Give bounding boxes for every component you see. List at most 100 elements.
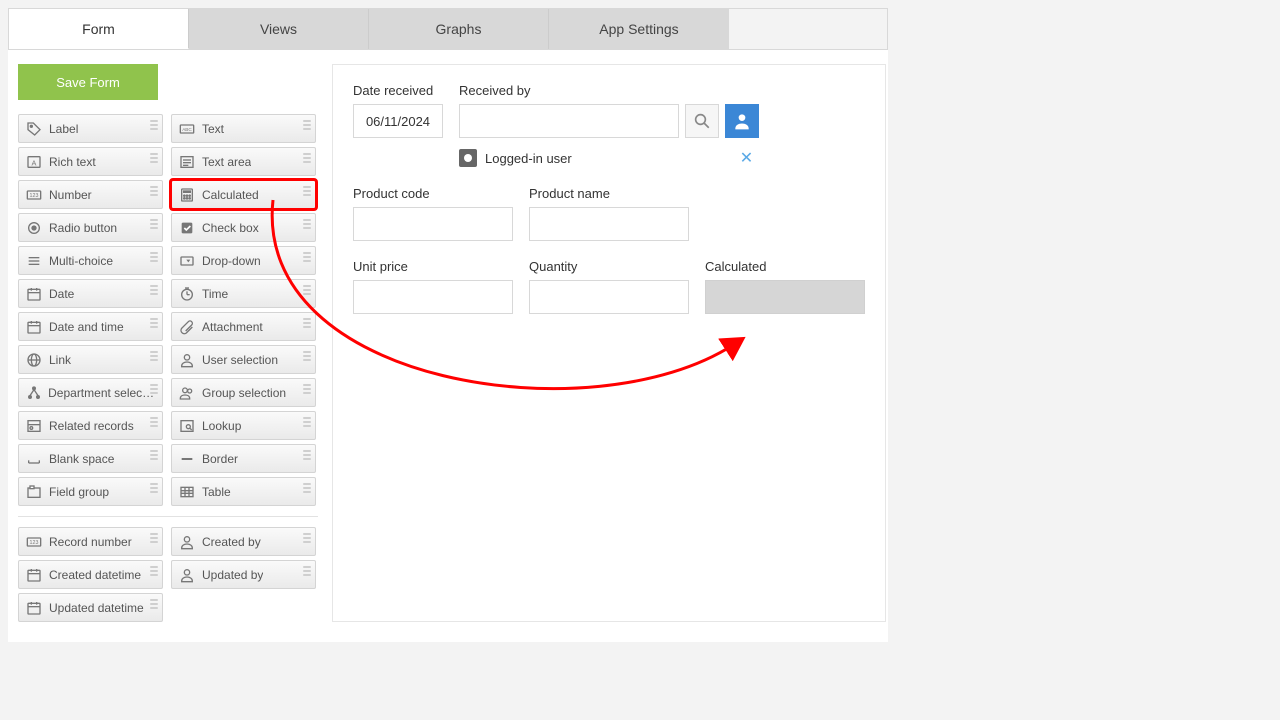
svg-text:A: A bbox=[32, 158, 37, 167]
drag-handle-icon bbox=[150, 318, 158, 328]
field-product-code[interactable] bbox=[353, 207, 513, 241]
drag-handle-icon bbox=[150, 351, 158, 361]
drop-icon bbox=[178, 252, 196, 270]
globe-icon bbox=[25, 351, 43, 369]
palette-item-label: Radio button bbox=[49, 221, 117, 235]
palette-updated-datetime[interactable]: Updated datetime bbox=[18, 593, 163, 622]
field-received-by[interactable] bbox=[459, 104, 679, 138]
palette-number[interactable]: 123Number bbox=[18, 180, 163, 209]
palette-item-label: Date and time bbox=[49, 320, 124, 334]
palette-item-label: Table bbox=[202, 485, 231, 499]
tab-views[interactable]: Views bbox=[189, 9, 369, 49]
check-icon bbox=[178, 219, 196, 237]
drag-handle-icon bbox=[150, 566, 158, 576]
tree-icon bbox=[25, 384, 42, 402]
palette-item-label: Attachment bbox=[202, 320, 263, 334]
field-product-name[interactable] bbox=[529, 207, 689, 241]
drag-handle-icon bbox=[303, 351, 311, 361]
cal-icon bbox=[25, 599, 43, 617]
tab-form[interactable]: Form bbox=[9, 9, 189, 49]
palette-radio-button[interactable]: Radio button bbox=[18, 213, 163, 242]
palette-table[interactable]: Table bbox=[171, 477, 316, 506]
drag-handle-icon bbox=[150, 599, 158, 609]
remove-logged-user-icon[interactable]: ✕ bbox=[740, 148, 753, 168]
lines-icon bbox=[178, 153, 196, 171]
drag-handle-icon bbox=[303, 483, 311, 493]
123-icon: 123 bbox=[25, 186, 43, 204]
palette-blank-space[interactable]: Blank space bbox=[18, 444, 163, 473]
palette-item-label: Created datetime bbox=[49, 568, 141, 582]
abc-icon: ABC bbox=[178, 120, 196, 138]
palette-item-label: Text area bbox=[202, 155, 251, 169]
palette-user-selection[interactable]: User selection bbox=[171, 345, 316, 374]
group-icon bbox=[25, 483, 43, 501]
cal-icon bbox=[25, 318, 43, 336]
palette-item-label: Check box bbox=[202, 221, 259, 235]
tab-app-settings[interactable]: App Settings bbox=[549, 9, 729, 49]
clock-icon bbox=[178, 285, 196, 303]
save-form-button[interactable]: Save Form bbox=[18, 64, 158, 100]
palette-field-group[interactable]: Field group bbox=[18, 477, 163, 506]
logged-user-icon bbox=[459, 149, 477, 167]
logged-user-label: Logged-in user bbox=[485, 151, 572, 166]
palette-attachment[interactable]: Attachment bbox=[171, 312, 316, 341]
palette-label[interactable]: Label bbox=[18, 114, 163, 143]
A-icon: A bbox=[25, 153, 43, 171]
list-icon bbox=[25, 252, 43, 270]
field-calculated[interactable] bbox=[705, 280, 865, 314]
palette-check-box[interactable]: Check box bbox=[171, 213, 316, 242]
palette-updated-by[interactable]: Updated by bbox=[171, 560, 316, 589]
border-icon bbox=[178, 450, 196, 468]
drag-handle-icon bbox=[303, 219, 311, 229]
palette-item-label: Record number bbox=[49, 535, 132, 549]
palette-rich-text[interactable]: ARich text bbox=[18, 147, 163, 176]
drag-handle-icon bbox=[303, 384, 311, 394]
palette-item-label: Border bbox=[202, 452, 238, 466]
tab-bar: Form Views Graphs App Settings bbox=[8, 8, 888, 49]
field-quantity[interactable] bbox=[529, 280, 689, 314]
palette-created-by[interactable]: Created by bbox=[171, 527, 316, 556]
palette-record-number[interactable]: 123Record number bbox=[18, 527, 163, 556]
palette-drop-down[interactable]: Drop-down bbox=[171, 246, 316, 275]
palette-item-label: Text bbox=[202, 122, 224, 136]
drag-handle-icon bbox=[303, 153, 311, 163]
palette-item-label: Time bbox=[202, 287, 228, 301]
palette-date-and-time[interactable]: Date and time bbox=[18, 312, 163, 341]
field-date-received[interactable]: 06/11/2024 bbox=[353, 104, 443, 138]
palette-date[interactable]: Date bbox=[18, 279, 163, 308]
palette-group-selection[interactable]: Group selection bbox=[171, 378, 316, 407]
palette-text[interactable]: ABC Text bbox=[171, 114, 316, 143]
drag-handle-icon bbox=[303, 186, 311, 196]
field-unit-price[interactable] bbox=[353, 280, 513, 314]
cal-icon bbox=[25, 285, 43, 303]
palette-item-label: Lookup bbox=[202, 419, 241, 433]
search-icon[interactable] bbox=[685, 104, 719, 138]
palette-created-datetime[interactable]: Created datetime bbox=[18, 560, 163, 589]
palette-item-label: Date bbox=[49, 287, 74, 301]
drag-handle-icon bbox=[150, 120, 158, 130]
rel-icon bbox=[25, 417, 43, 435]
form-canvas[interactable]: Date received 06/11/2024 Received by bbox=[332, 64, 886, 622]
palette-text-area[interactable]: Text area bbox=[171, 147, 316, 176]
label-date-received: Date received bbox=[353, 83, 443, 98]
calc-icon bbox=[178, 186, 196, 204]
label-calculated: Calculated bbox=[705, 259, 865, 274]
palette-link[interactable]: Link bbox=[18, 345, 163, 374]
palette-time[interactable]: Time bbox=[171, 279, 316, 308]
palette-item-label: Related records bbox=[49, 419, 134, 433]
divider bbox=[18, 516, 318, 517]
drag-handle-icon bbox=[150, 153, 158, 163]
palette-related-records[interactable]: Related records bbox=[18, 411, 163, 440]
drag-handle-icon bbox=[150, 285, 158, 295]
label-quantity: Quantity bbox=[529, 259, 689, 274]
palette-multi-choice[interactable]: Multi-choice bbox=[18, 246, 163, 275]
users-icon bbox=[178, 384, 196, 402]
palette-lookup[interactable]: Lookup bbox=[171, 411, 316, 440]
palette-item-label: Label bbox=[49, 122, 78, 136]
palette-department-selection[interactable]: Department selection bbox=[18, 378, 163, 407]
radio-icon bbox=[25, 219, 43, 237]
palette-border[interactable]: Border bbox=[171, 444, 316, 473]
tab-graphs[interactable]: Graphs bbox=[369, 9, 549, 49]
user-picker-icon[interactable] bbox=[725, 104, 759, 138]
palette-calculated[interactable]: Calculated bbox=[171, 180, 316, 209]
